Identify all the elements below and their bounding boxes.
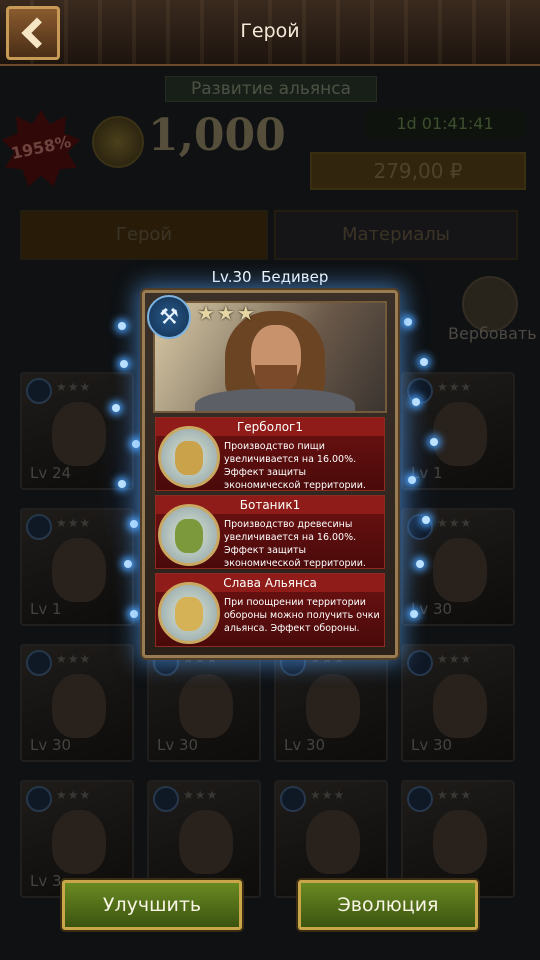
sparkle — [410, 610, 418, 618]
shield-emblem-icon — [158, 582, 220, 644]
sparkle — [120, 360, 128, 368]
hero-stars: ★★★ — [197, 301, 257, 325]
hero-level-name: Lv.30 Бедивер — [140, 268, 400, 286]
hero-detail-card: ⚒ ★★★ Герболог1 Производство пищи увелич… — [142, 290, 398, 658]
tools-icon: ⚒ — [147, 295, 191, 339]
skill-description: Производство древесины увеличивается на … — [224, 519, 366, 569]
skill-herbalist[interactable]: Герболог1 Производство пищи увеличиваетс… — [155, 417, 385, 491]
skill-botanist[interactable]: Ботаник1 Производство древесины увеличив… — [155, 495, 385, 569]
sparkle — [112, 404, 120, 412]
sparkle — [420, 358, 428, 366]
sparkle — [132, 440, 140, 448]
sparkle — [422, 516, 430, 524]
emblem-inner — [175, 441, 203, 475]
sparkle — [118, 480, 126, 488]
sparkle — [408, 476, 416, 484]
upgrade-button[interactable]: Улучшить — [62, 880, 242, 930]
sparkle — [118, 322, 126, 330]
sparkle — [130, 520, 138, 528]
hero-screen: Герой Развитие альянса 1958% 1,000 1d 01… — [0, 0, 540, 960]
page-title: Герой — [240, 20, 300, 42]
tree-emblem-icon — [158, 504, 220, 566]
sparkle — [404, 318, 412, 326]
sparkle — [124, 560, 132, 568]
sparkle — [416, 560, 424, 568]
top-bar: Герой — [0, 0, 540, 66]
portrait-armor — [195, 389, 355, 411]
skill-alliance-glory[interactable]: Слава Альянса При поощрении территории о… — [155, 573, 385, 647]
evolve-button[interactable]: Эволюция — [298, 880, 478, 930]
skill-description: Производство пищи увеличивается на 16.00… — [224, 441, 366, 491]
emblem-inner — [175, 519, 203, 553]
sparkle — [430, 438, 438, 446]
emblem-inner — [175, 597, 203, 631]
hero-level: Lv.30 — [211, 268, 252, 286]
skill-description: При поощрении территории обороны можно п… — [224, 597, 380, 634]
sparkle — [130, 610, 138, 618]
wheat-emblem-icon — [158, 426, 220, 488]
sparkle — [412, 398, 420, 406]
hero-name: Бедивер — [261, 268, 329, 286]
